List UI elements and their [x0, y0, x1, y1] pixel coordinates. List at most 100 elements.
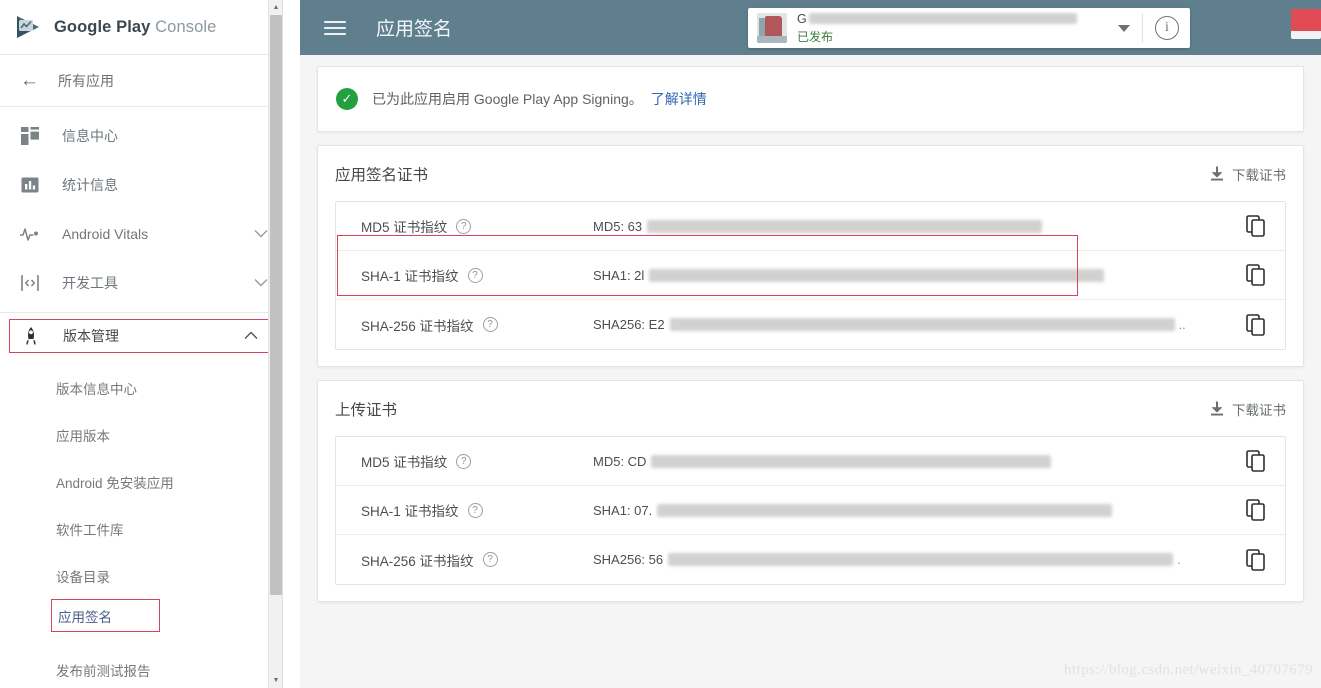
- main-content: ✓ 已为此应用启用 Google Play App Signing。 了解详情 …: [300, 55, 1321, 688]
- watermark: https://blog.csdn.net/weixin_40707679: [1064, 662, 1313, 678]
- sidebar-item-android-vitals[interactable]: Android Vitals: [0, 209, 282, 258]
- fingerprint-label-cell: SHA-256 证书指纹 ?: [361, 315, 593, 335]
- android-vitals-icon: [18, 222, 42, 246]
- sidebar-subitem-release-dashboard[interactable]: 版本信息中心: [0, 364, 282, 411]
- success-check-icon: ✓: [336, 88, 358, 110]
- download-certificate-label: 下载证书: [1232, 402, 1286, 418]
- brand-name-bold: Google Play: [54, 17, 151, 36]
- divider: [1142, 13, 1143, 43]
- table-row: SHA-1 证书指纹 ? SHA1: 07.: [336, 486, 1285, 535]
- info-icon[interactable]: i: [1155, 16, 1179, 40]
- release-management-icon: [19, 324, 43, 348]
- sidebar-subitem-label: 发布前测试报告: [56, 663, 151, 679]
- sidebar-nav: 信息中心 统计信息 Android Vitals 开发工具 版本管理 版本信息中…: [0, 107, 282, 688]
- sidebar-subitem-app-signing[interactable]: 应用签名: [51, 599, 160, 632]
- fingerprint-label: MD5 证书指纹: [361, 220, 448, 235]
- fingerprint-label: SHA-256 证书指纹: [361, 553, 474, 569]
- fingerprint-value-prefix: MD5: 63: [593, 218, 643, 234]
- sidebar-subitem-pre-launch-report[interactable]: 发布前测试报告: [0, 646, 282, 688]
- section-title: 上传证书: [335, 401, 398, 419]
- fingerprint-label: SHA-256 证书指纹: [361, 318, 474, 334]
- help-circle-icon[interactable]: ?: [482, 317, 498, 332]
- section-title: 应用签名证书: [335, 166, 429, 184]
- fingerprint-value-prefix: SHA1: 2l: [593, 267, 645, 283]
- fingerprint-label-cell: MD5 证书指纹 ?: [361, 451, 593, 471]
- back-arrow-icon: ←: [20, 70, 39, 91]
- chevron-down-icon[interactable]: [254, 277, 268, 289]
- copy-icon[interactable]: [1233, 215, 1279, 237]
- copy-icon[interactable]: [1233, 499, 1279, 521]
- copy-icon[interactable]: [1233, 313, 1279, 336]
- download-certificate-button[interactable]: 下载证书: [1209, 164, 1286, 184]
- sidebar-subitem-android-instant-apps[interactable]: Android 免安装应用: [0, 458, 282, 505]
- sidebar-subitem-device-catalog[interactable]: 设备目录: [0, 552, 282, 599]
- value-ellipsis: .: [1177, 552, 1181, 567]
- fingerprint-value-prefix: MD5: CD: [593, 453, 647, 469]
- download-certificate-button[interactable]: 下载证书: [1209, 399, 1286, 419]
- app-window: Google Play Console ← 所有应用 信息中心 统计信息 And…: [0, 0, 1321, 688]
- table-row: SHA-256 证书指纹 ? SHA256: 56 .: [336, 535, 1285, 584]
- sidebar-subitem-app-releases[interactable]: 应用版本: [0, 411, 282, 458]
- sidebar-item-release-management[interactable]: 版本管理: [9, 319, 273, 353]
- copy-icon[interactable]: [1233, 548, 1279, 571]
- sidebar-subitem-label: 软件工件库: [56, 522, 124, 538]
- help-circle-icon[interactable]: ?: [467, 502, 483, 518]
- chevron-down-icon[interactable]: [1118, 24, 1130, 32]
- fingerprint-label: MD5 证书指纹: [361, 455, 448, 470]
- fingerprint-label-cell: SHA-256 证书指纹 ?: [361, 550, 593, 570]
- help-circle-icon[interactable]: ?: [456, 218, 472, 234]
- help-circle-icon[interactable]: ?: [482, 552, 498, 567]
- fingerprint-value-redacted: [651, 454, 1052, 468]
- scrollbar-thumb[interactable]: [270, 15, 282, 595]
- google-play-console-logo: [17, 16, 39, 38]
- sidebar-scrollbar[interactable]: ▲ ▼: [268, 0, 282, 688]
- app-picker[interactable]: G 已发布 i: [748, 8, 1190, 48]
- page-title: 应用签名: [376, 19, 453, 40]
- download-icon: [1209, 165, 1225, 182]
- sidebar-item-label: Android Vitals: [62, 225, 149, 242]
- brand-header[interactable]: Google Play Console: [0, 0, 282, 55]
- banner-message: 已为此应用启用 Google Play App Signing。: [372, 91, 643, 107]
- copy-icon[interactable]: [1233, 264, 1279, 286]
- fingerprint-value-cell: SHA1: 07.: [593, 503, 1233, 518]
- upload-certificate-section: 上传证书 下载证书 MD5 证书指纹 ? MD5: CD SHA-1 证书指纹 …: [317, 380, 1304, 602]
- chevron-up-icon[interactable]: [244, 330, 258, 342]
- app-thumbnail: [757, 13, 787, 43]
- fingerprint-label: SHA-1 证书指纹: [361, 504, 459, 519]
- fingerprint-label-cell: SHA-1 证书指纹 ?: [361, 500, 593, 520]
- table-row: MD5 证书指纹 ? MD5: 63: [336, 202, 1285, 251]
- brand-name: Google Play Console: [54, 18, 216, 37]
- back-to-all-apps[interactable]: ← 所有应用: [0, 55, 282, 107]
- sidebar-item-label: 版本管理: [63, 328, 119, 344]
- back-label: 所有应用: [58, 72, 114, 89]
- hamburger-menu-icon[interactable]: [324, 17, 346, 39]
- fingerprint-value-cell: SHA1: 2l: [593, 268, 1233, 283]
- help-circle-icon[interactable]: ?: [456, 453, 472, 469]
- sidebar-item-label: 开发工具: [62, 274, 118, 291]
- fingerprint-value-cell: SHA256: E2 ..: [593, 317, 1233, 332]
- scrollbar-down-arrow-icon[interactable]: ▼: [269, 673, 282, 688]
- table-row: MD5 证书指纹 ? MD5: CD: [336, 437, 1285, 486]
- sidebar-subitem-artifact-library[interactable]: 软件工件库: [0, 505, 282, 552]
- chevron-down-icon[interactable]: [254, 228, 268, 240]
- fingerprint-rows: MD5 证书指纹 ? MD5: 63 SHA-1 证书指纹 ? SHA1: 2l…: [335, 201, 1286, 350]
- sidebar-subitem-label: 应用签名: [58, 609, 112, 625]
- fingerprint-value-cell: MD5: CD: [593, 454, 1233, 469]
- sidebar-item-statistics[interactable]: 统计信息: [0, 160, 282, 209]
- user-avatar[interactable]: [1291, 9, 1321, 39]
- value-ellipsis: ..: [1178, 317, 1186, 332]
- fingerprint-value-cell: SHA256: 56 .: [593, 552, 1233, 567]
- app-name-prefix: G: [797, 11, 807, 26]
- sidebar-item-label: 统计信息: [62, 176, 118, 193]
- table-row: SHA-256 证书指纹 ? SHA256: E2 ..: [336, 300, 1285, 349]
- fingerprint-label: SHA-1 证书指纹: [361, 269, 459, 284]
- learn-more-link[interactable]: 了解详情: [651, 89, 707, 109]
- section-header: 应用签名证书 下载证书: [318, 146, 1303, 201]
- fingerprint-value-redacted: [668, 553, 1174, 566]
- copy-icon[interactable]: [1233, 450, 1279, 472]
- scrollbar-up-arrow-icon[interactable]: ▲: [269, 0, 282, 15]
- sidebar-item-dashboard[interactable]: 信息中心: [0, 111, 282, 160]
- sidebar-item-developer-tools[interactable]: 开发工具: [0, 258, 282, 307]
- help-circle-icon[interactable]: ?: [467, 267, 483, 283]
- download-certificate-label: 下载证书: [1232, 167, 1286, 183]
